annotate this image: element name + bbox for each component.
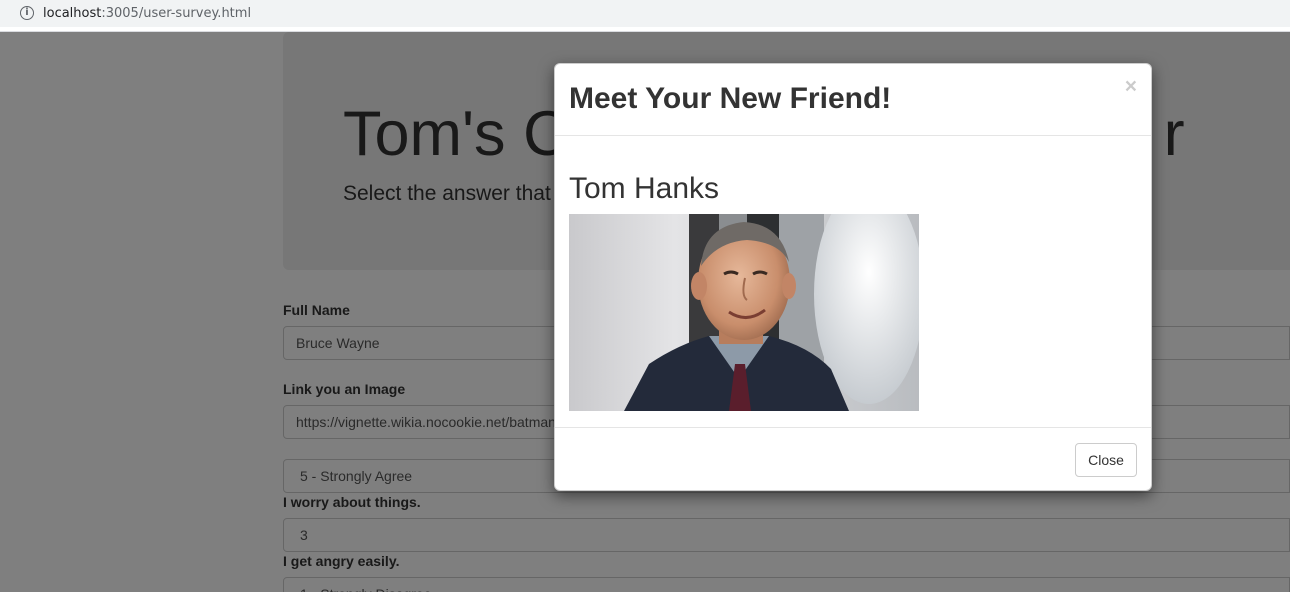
url-path: :3005/user-survey.html (101, 6, 252, 21)
close-icon[interactable]: × (1125, 76, 1137, 97)
url-bar[interactable]: i localhost:3005/user-survey.html (0, 0, 1290, 27)
url-host: localhost (43, 6, 102, 21)
friend-modal: Meet Your New Friend! × Tom Hanks Close (554, 63, 1152, 491)
modal-footer: Close (555, 427, 1151, 491)
friend-name: Tom Hanks (569, 172, 720, 205)
info-icon[interactable]: i (20, 6, 34, 20)
modal-header: Meet Your New Friend! × (555, 64, 1151, 136)
browser-address-bar: i localhost:3005/user-survey.html (0, 0, 1290, 32)
close-button[interactable]: Close (1075, 443, 1137, 477)
modal-body: Tom Hanks (555, 136, 1151, 427)
modal-title: Meet Your New Friend! (569, 82, 892, 115)
friend-photo (569, 214, 919, 411)
url-text[interactable]: localhost:3005/user-survey.html (43, 6, 251, 21)
